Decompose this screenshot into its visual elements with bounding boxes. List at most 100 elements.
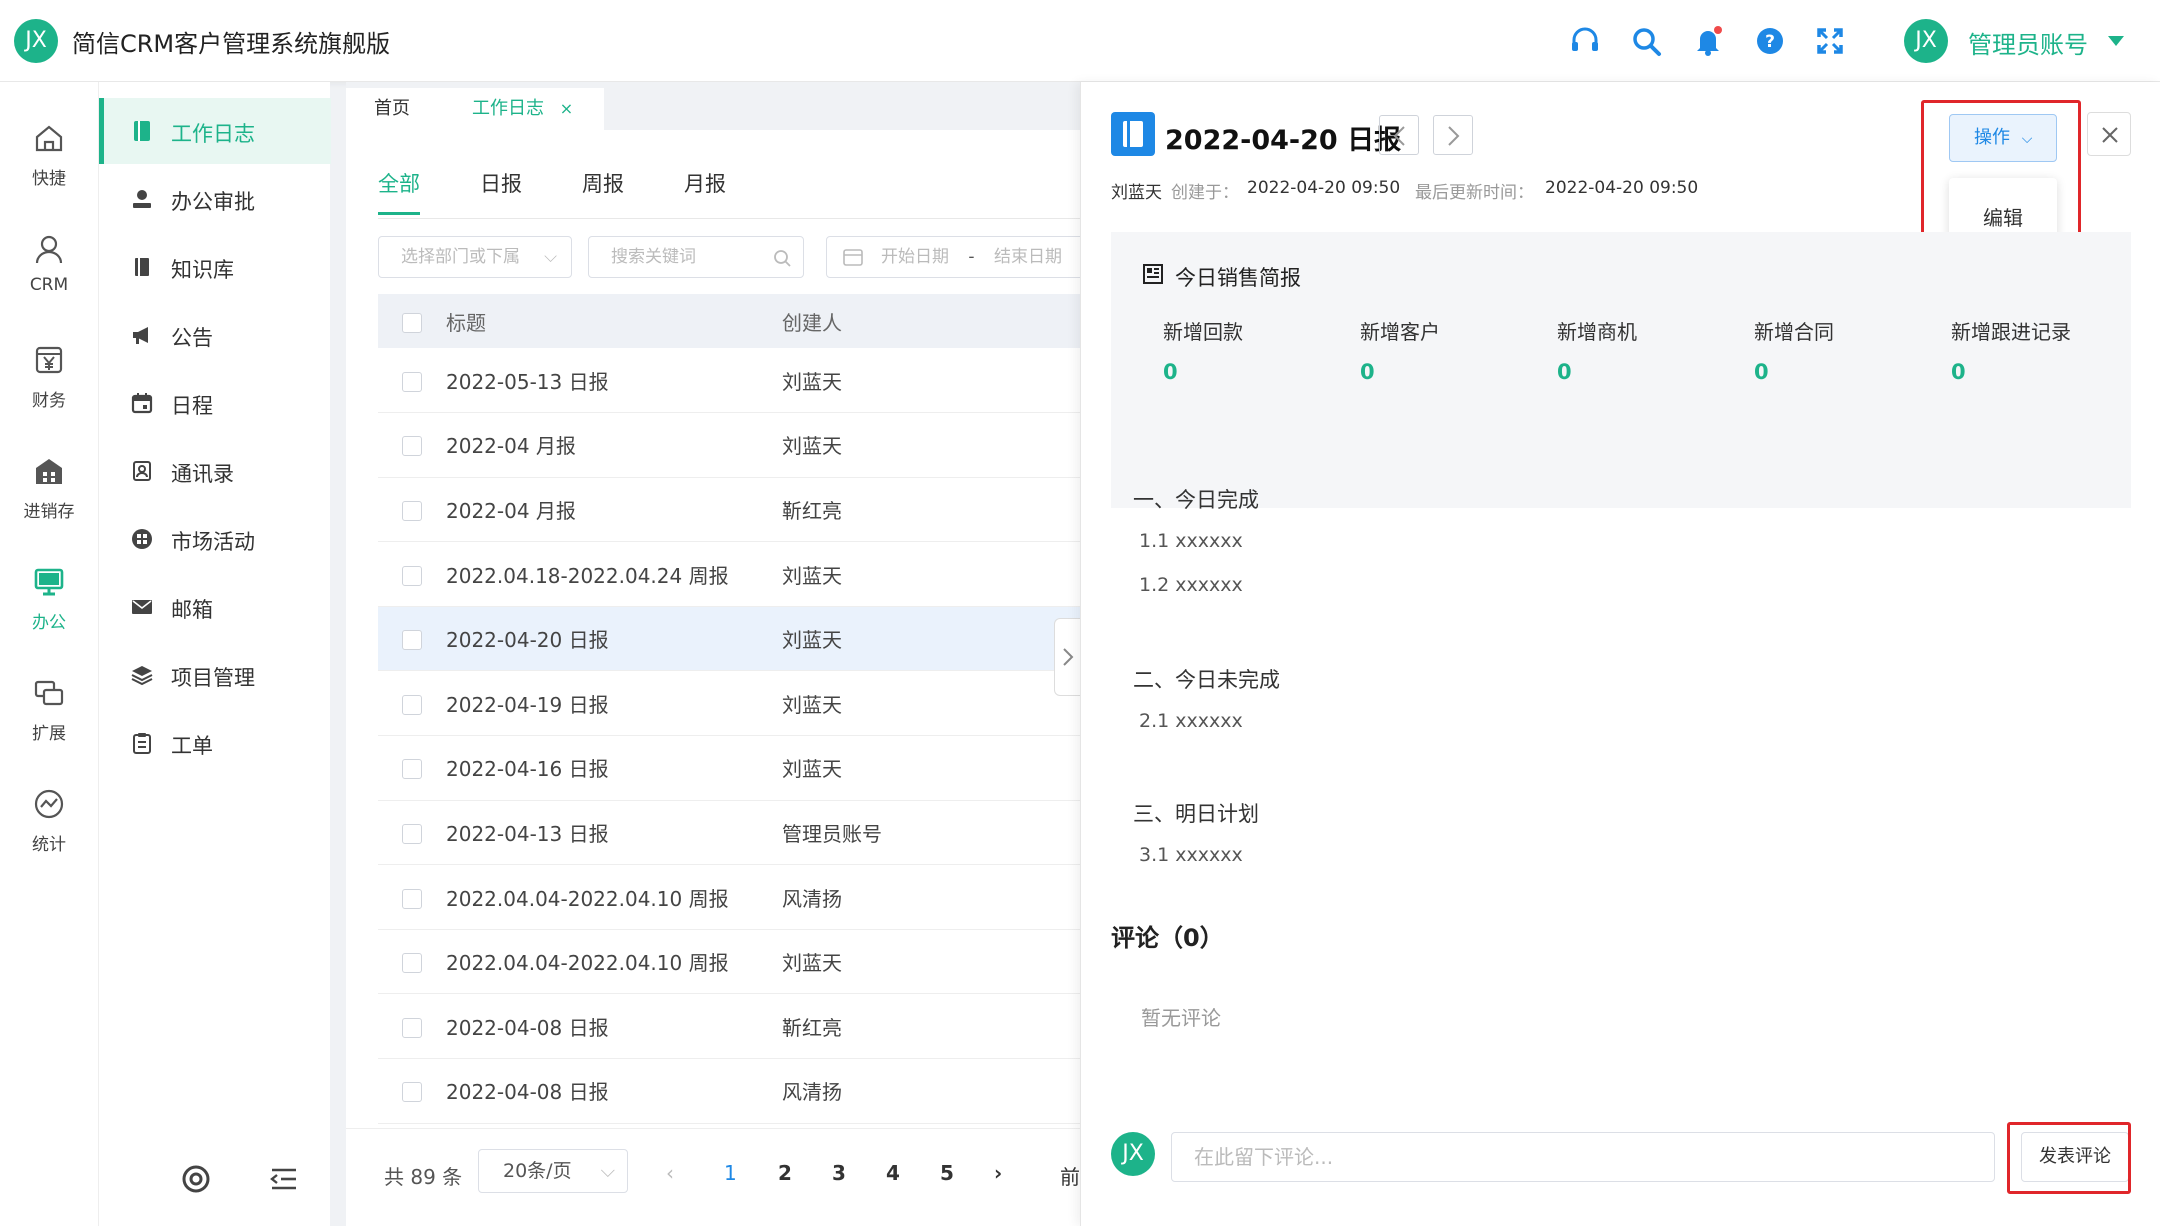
row-checkbox[interactable] xyxy=(402,565,422,586)
next-page-button[interactable]: › xyxy=(994,1161,1002,1185)
log-title-link[interactable]: 2022-04-13 日报 xyxy=(446,800,782,866)
subnav-item-mail[interactable]: 邮箱 xyxy=(99,574,331,640)
prev-record-button[interactable] xyxy=(1379,115,1419,155)
log-title-link[interactable]: 2022.04.18-2022.04.24 周报 xyxy=(446,541,782,607)
settings-icon[interactable] xyxy=(181,1164,211,1194)
department-select[interactable]: 选择部门或下属 ⌵ xyxy=(378,236,572,278)
subnav-item-work-log[interactable]: 工作日志 xyxy=(99,98,331,164)
row-checkbox[interactable] xyxy=(402,759,422,780)
creator: 刘蓝天 xyxy=(782,606,1080,672)
table-row[interactable]: 2022-05-13 日报 刘蓝天 xyxy=(378,348,1080,414)
log-detail-drawer: 2022-04-20 日报 刘蓝天 创建于： 2022-04-20 09:50 … xyxy=(1080,82,2160,1226)
log-title-link[interactable]: 2022.04.04-2022.04.10 周报 xyxy=(446,929,782,995)
row-checkbox[interactable] xyxy=(402,500,422,521)
nav-item-inventory[interactable]: 进销存 xyxy=(0,445,98,545)
user-name[interactable]: 管理员账号 xyxy=(1968,25,2088,60)
row-checkbox[interactable] xyxy=(402,888,422,909)
log-title-link[interactable]: 2022-04-08 日报 xyxy=(446,993,782,1060)
page-5[interactable]: 5 xyxy=(940,1161,954,1185)
subnav-label: 项目管理 xyxy=(171,666,255,690)
row-checkbox[interactable] xyxy=(402,823,422,844)
row-checkbox[interactable] xyxy=(402,371,422,392)
log-title-link[interactable]: 2022-04-19 日报 xyxy=(446,670,782,737)
row-checkbox[interactable] xyxy=(402,953,422,974)
row-checkbox[interactable] xyxy=(402,436,422,457)
select-all-cell xyxy=(378,294,446,348)
date-range-picker[interactable]: 开始日期 - 结束日期 xyxy=(826,236,1080,278)
subnav-item-project[interactable]: 项目管理 xyxy=(99,642,331,708)
row-checkbox[interactable] xyxy=(402,1082,422,1103)
search-input[interactable]: 搜索关键词 xyxy=(588,236,804,278)
table-row[interactable]: 2022-04 月报 靳红亮 xyxy=(378,477,1080,543)
filter-tab-monthly[interactable]: 月报 xyxy=(684,168,726,198)
log-title-link[interactable]: 2022-04 月报 xyxy=(446,412,782,478)
nav-item-stats[interactable]: 统计 xyxy=(0,778,98,878)
table-row[interactable]: 2022.04.04-2022.04.10 周报 刘蓝天 xyxy=(378,929,1080,995)
help-icon[interactable]: ? xyxy=(1754,25,1786,57)
table-row[interactable]: 2022-04-08 日报 风清扬 xyxy=(378,1058,1080,1124)
close-drawer-button[interactable] xyxy=(2087,112,2131,156)
bell-icon[interactable] xyxy=(1692,25,1724,57)
book-icon xyxy=(135,258,149,276)
module-nav: 快捷 CRM 财务 进销存 办公 扩展 统计 xyxy=(0,82,98,1226)
row-checkbox[interactable] xyxy=(402,694,422,715)
close-icon[interactable]: × xyxy=(560,99,573,118)
subnav-item-notice[interactable]: 公告 xyxy=(99,302,331,368)
chevron-right-icon xyxy=(1063,648,1074,666)
nav-item-shortcut[interactable]: 快捷 xyxy=(0,112,98,212)
filter-tab-daily[interactable]: 日报 xyxy=(480,168,522,198)
nav-item-finance[interactable]: 财务 xyxy=(0,334,98,434)
page-2[interactable]: 2 xyxy=(778,1161,792,1185)
subnav-item-approval[interactable]: 办公审批 xyxy=(99,166,331,232)
subnav-item-schedule[interactable]: 日程 xyxy=(99,370,331,436)
table-row[interactable]: 2022-04-19 日报 刘蓝天 xyxy=(378,670,1080,737)
log-title-link[interactable]: 2022-04-16 日报 xyxy=(446,735,782,801)
nav-item-extend[interactable]: 扩展 xyxy=(0,667,98,767)
table-row[interactable]: 2022.04.18-2022.04.24 周报 刘蓝天 xyxy=(378,541,1080,607)
comment-input[interactable]: 在此留下评论... xyxy=(1171,1132,1995,1182)
collapse-menu-icon[interactable] xyxy=(269,1164,299,1194)
select-all-checkbox[interactable] xyxy=(402,312,422,333)
row-checkbox[interactable] xyxy=(402,1017,422,1038)
fullscreen-icon[interactable] xyxy=(1814,25,1846,57)
headset-icon[interactable] xyxy=(1569,25,1601,57)
subnav-item-ticket[interactable]: 工单 xyxy=(99,710,331,776)
search-icon[interactable] xyxy=(1630,25,1662,57)
header-title: 标题 xyxy=(446,294,782,348)
page-size-select[interactable]: 20条/页 ⌵ xyxy=(478,1149,628,1193)
subnav-label: 市场活动 xyxy=(171,530,255,554)
table-row[interactable]: 2022-04-08 日报 靳红亮 xyxy=(378,993,1080,1060)
page-1[interactable]: 1 xyxy=(724,1161,737,1185)
row-checkbox[interactable] xyxy=(402,630,422,651)
subnav-item-activity[interactable]: 市场活动 xyxy=(99,506,331,572)
filter-tab-all[interactable]: 全部 xyxy=(378,168,420,198)
log-title-link[interactable]: 2022-04 月报 xyxy=(446,477,782,543)
chevron-down-icon[interactable] xyxy=(2108,36,2124,46)
log-title-link[interactable]: 2022.04.04-2022.04.10 周报 xyxy=(446,864,782,930)
table-row-selected[interactable]: 2022-04-20 日报 刘蓝天 xyxy=(378,606,1080,672)
table-row[interactable]: 2022-04-16 日报 刘蓝天 xyxy=(378,735,1080,801)
panel-toggle-button[interactable] xyxy=(1054,618,1082,696)
next-record-button[interactable] xyxy=(1433,115,1473,155)
table-row[interactable]: 2022.04.04-2022.04.10 周报 风清扬 xyxy=(378,864,1080,930)
creator: 风清扬 xyxy=(782,864,1080,930)
log-title-link[interactable]: 2022-04-20 日报 xyxy=(446,606,782,672)
log-title-link[interactable]: 2022-04-08 日报 xyxy=(446,1058,782,1124)
filter-tab-weekly[interactable]: 周报 xyxy=(582,168,624,198)
table-row[interactable]: 2022-04-13 日报 管理员账号 xyxy=(378,800,1080,866)
log-title-link[interactable]: 2022-05-13 日报 xyxy=(446,348,782,414)
office-subnav: 工作日志 办公审批 知识库 公告 日程 通讯录 市场活动 邮箱 项目管理 工单 xyxy=(98,82,331,1226)
total-count: 共 89 条 xyxy=(384,1165,463,1189)
nav-item-office[interactable]: 办公 xyxy=(0,556,98,656)
table-row[interactable]: 2022-04 月报 刘蓝天 xyxy=(378,412,1080,478)
tab-home[interactable]: 首页 xyxy=(346,88,444,130)
subnav-item-contacts[interactable]: 通讯录 xyxy=(99,438,331,504)
page-4[interactable]: 4 xyxy=(886,1161,900,1185)
user-avatar[interactable]: JX xyxy=(1904,19,1948,63)
subnav-label: 工单 xyxy=(171,734,213,758)
nav-item-crm[interactable]: CRM xyxy=(0,223,98,323)
prev-page-button[interactable]: ‹ xyxy=(666,1161,674,1185)
subnav-item-knowledge[interactable]: 知识库 xyxy=(99,234,331,300)
page-3[interactable]: 3 xyxy=(832,1161,846,1185)
tab-work-log[interactable]: 工作日志 × xyxy=(444,88,604,130)
